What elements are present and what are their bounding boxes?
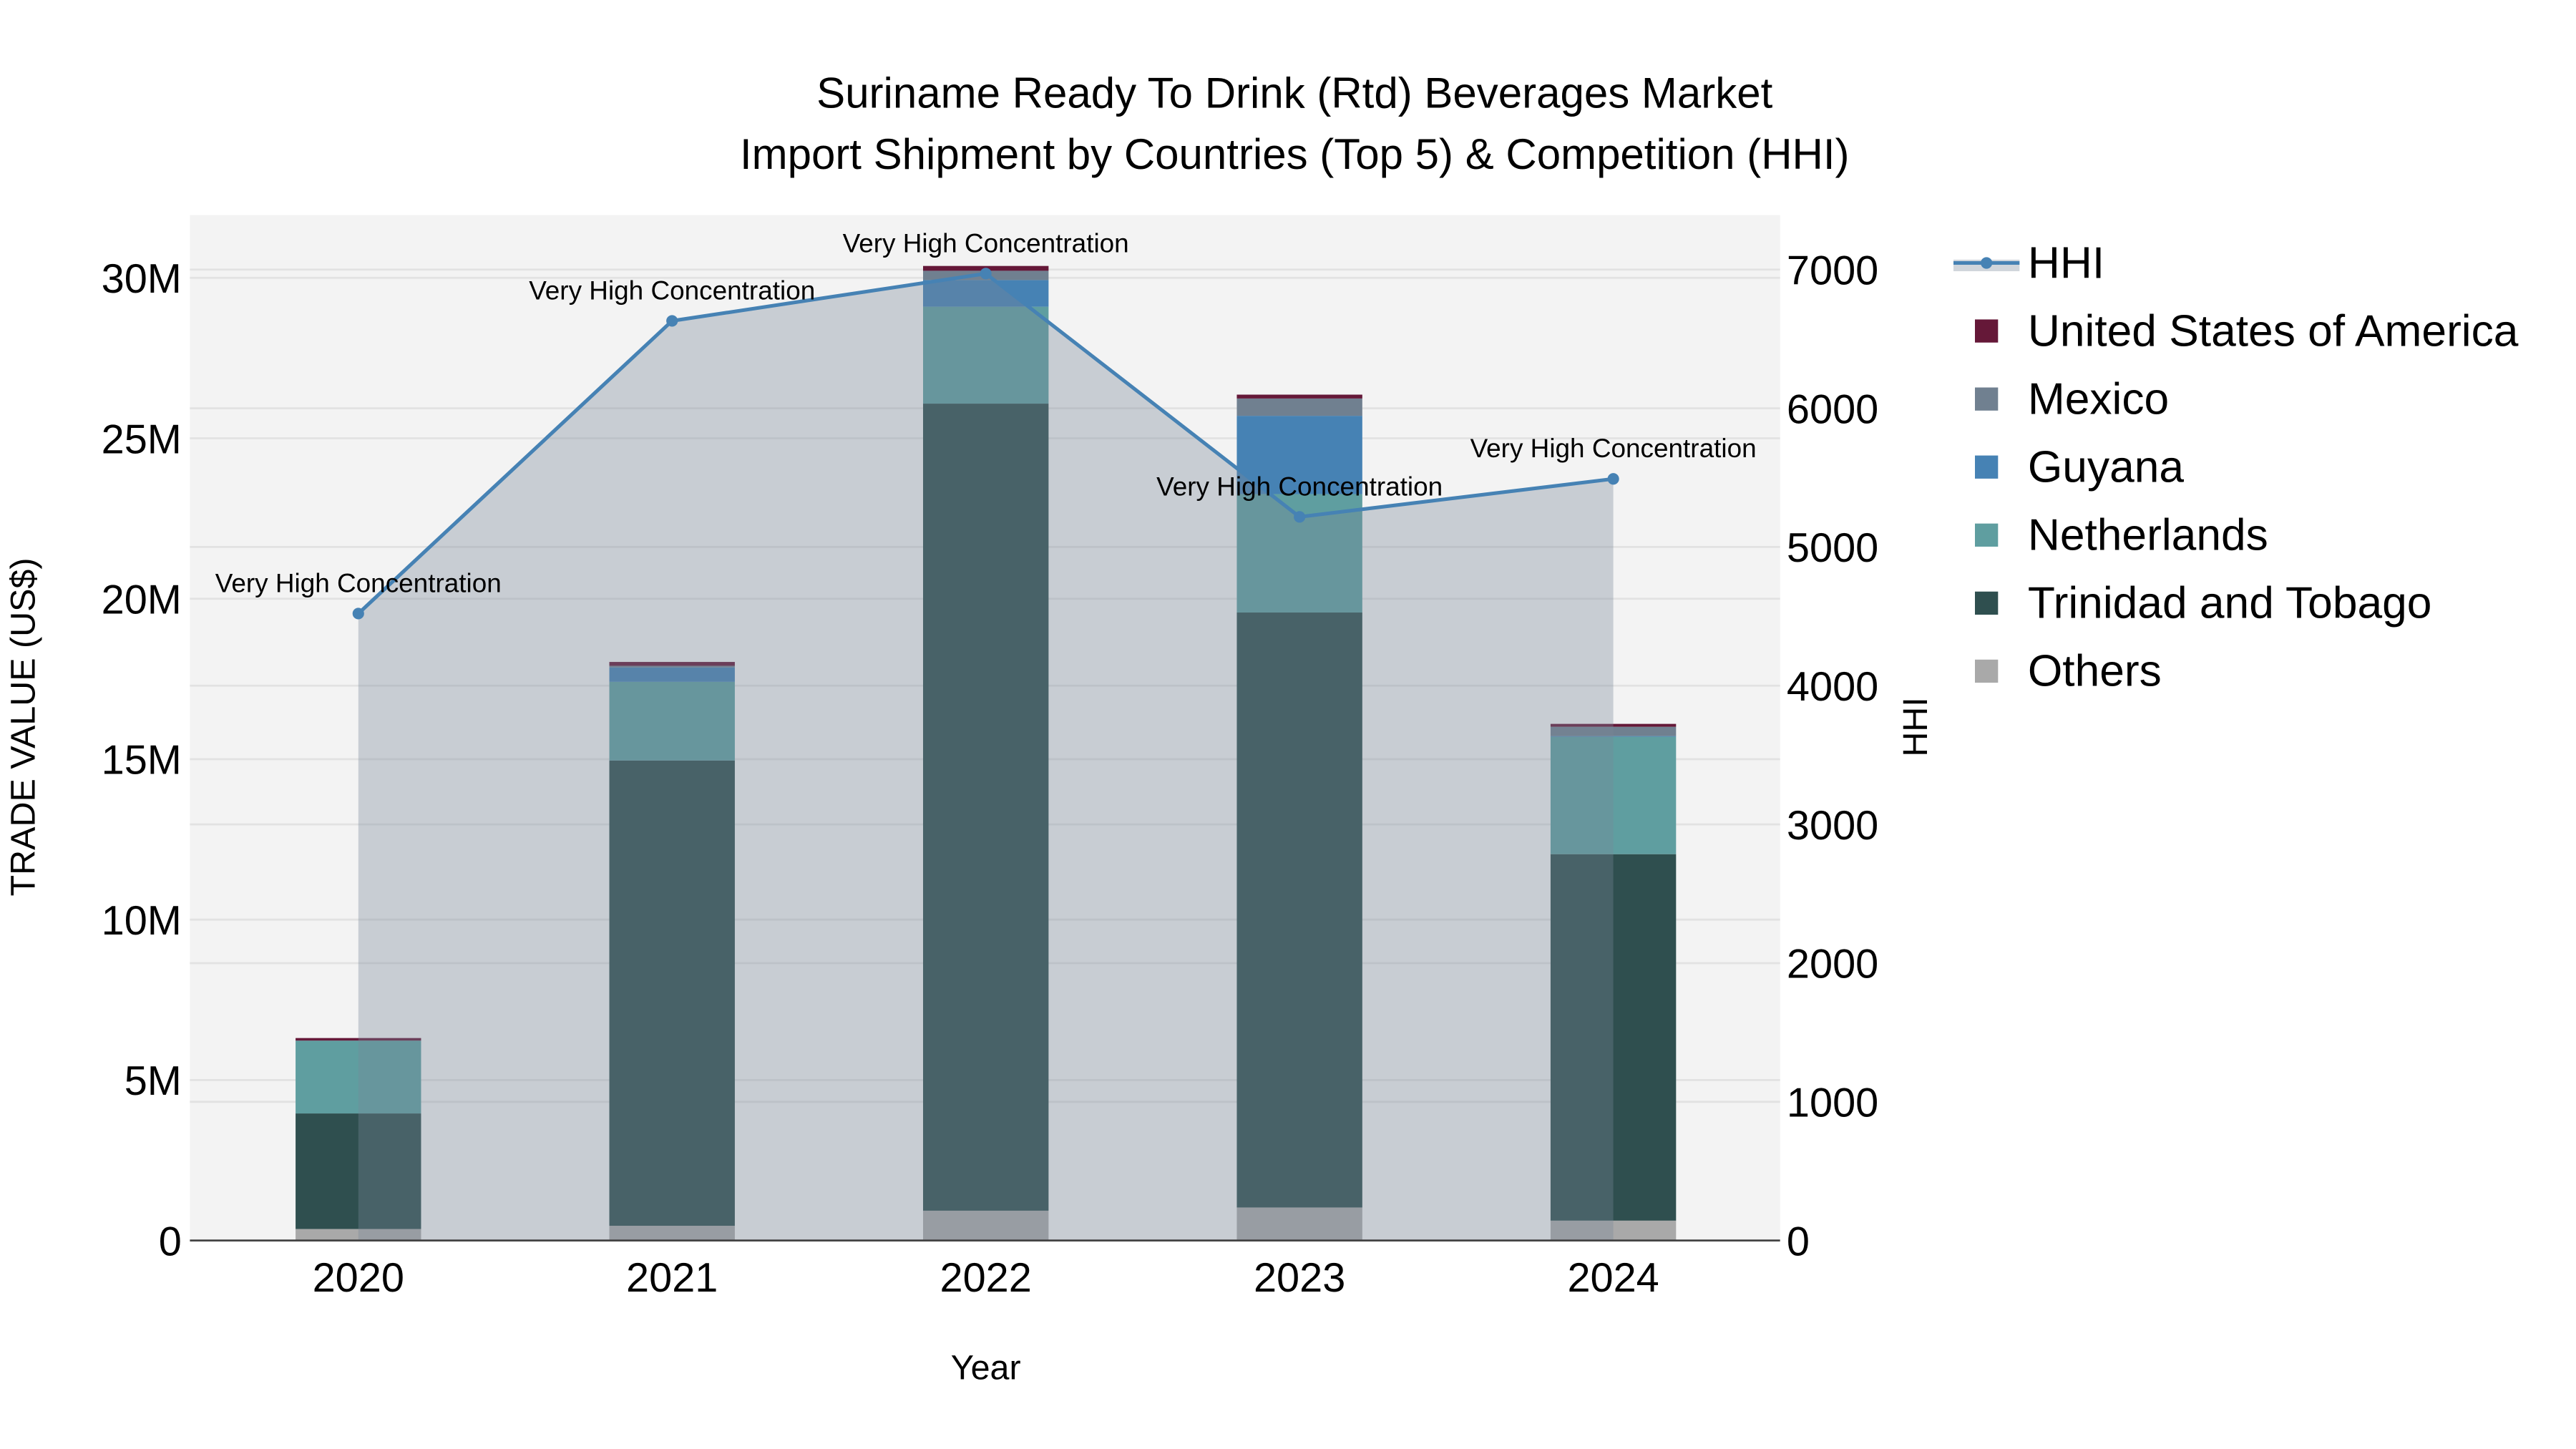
legend-label: Guyana bbox=[2028, 443, 2185, 492]
hhi-annotation: Very High Concentration bbox=[1470, 434, 1757, 463]
y-axis-title: TRADE VALUE (US$) bbox=[4, 557, 42, 896]
legend-label: Trinidad and Tobago bbox=[2028, 579, 2432, 628]
x-tick-label: 2023 bbox=[1254, 1255, 1345, 1301]
hhi-annotation: Very High Concentration bbox=[215, 568, 502, 597]
chart-title-line-1: Suriname Ready To Drink (Rtd) Beverages … bbox=[816, 69, 1772, 117]
y-tick-label: 10M bbox=[102, 898, 182, 944]
y2-tick-label: 4000 bbox=[1787, 664, 1878, 710]
legend-hhi-marker-icon bbox=[1981, 257, 1993, 269]
legend-swatch bbox=[1975, 659, 1999, 683]
legend-item-netherlands[interactable]: Netherlands bbox=[1975, 511, 2268, 560]
x-tick-label: 2022 bbox=[940, 1255, 1032, 1301]
hhi-annotation: Very High Concentration bbox=[529, 275, 815, 305]
y2-tick-label: 0 bbox=[1787, 1219, 1810, 1264]
legend-swatch bbox=[1975, 319, 1999, 343]
x-tick-label: 2021 bbox=[626, 1255, 718, 1301]
legend-label: HHI bbox=[2028, 238, 2104, 288]
y2-tick-label: 2000 bbox=[1787, 942, 1878, 987]
hhi-point-2024[interactable] bbox=[1607, 473, 1619, 485]
y-tick-label: 15M bbox=[102, 738, 182, 784]
y2-axis-title: HHI bbox=[1896, 697, 1935, 756]
hhi-annotation: Very High Concentration bbox=[1156, 472, 1443, 501]
legend-label: United States of America bbox=[2028, 306, 2519, 356]
bar-mexico-2023[interactable] bbox=[1236, 398, 1362, 416]
y2-axis-ticks: 0 1000 2000 3000 4000 5000 6000 7000 bbox=[1787, 248, 1878, 1265]
bar-united-states-of-america-2023[interactable] bbox=[1236, 394, 1362, 399]
hhi-point-2023[interactable] bbox=[1294, 511, 1306, 523]
legend-item-united-states-of-america[interactable]: United States of America bbox=[1975, 306, 2519, 356]
legend-swatch bbox=[1975, 591, 1999, 615]
y-tick-label: 25M bbox=[102, 416, 182, 462]
legend-swatch bbox=[1975, 523, 1999, 547]
y2-tick-label: 6000 bbox=[1787, 386, 1878, 432]
legend-label: Netherlands bbox=[2028, 511, 2268, 560]
legend-item-guyana[interactable]: Guyana bbox=[1975, 443, 2184, 492]
y-axis-ticks: 0 5M 10M 15M 20M 25M 30M bbox=[102, 256, 182, 1264]
y-tick-label: 20M bbox=[102, 577, 182, 623]
legend-item-others[interactable]: Others bbox=[1975, 647, 2162, 696]
chart-title-line-2: Import Shipment by Countries (Top 5) & C… bbox=[740, 130, 1850, 178]
x-axis-ticks: 2020 2021 2022 2023 2024 bbox=[313, 1255, 1659, 1301]
hhi-point-2020[interactable] bbox=[352, 608, 364, 620]
hhi-point-2022[interactable] bbox=[980, 268, 992, 280]
y2-tick-label: 3000 bbox=[1787, 803, 1878, 849]
legend-item-mexico[interactable]: Mexico bbox=[1975, 374, 2169, 424]
x-axis-title: Year bbox=[951, 1349, 1021, 1387]
x-tick-label: 2020 bbox=[313, 1255, 404, 1301]
y-tick-label: 0 bbox=[159, 1219, 182, 1264]
legend-item-hhi[interactable]: HHI bbox=[1953, 238, 2104, 288]
legend-item-trinidad-and-tobago[interactable]: Trinidad and Tobago bbox=[1975, 579, 2431, 628]
hhi-annotation: Very High Concentration bbox=[843, 228, 1129, 258]
y-tick-label: 30M bbox=[102, 256, 182, 302]
y2-tick-label: 7000 bbox=[1787, 248, 1878, 294]
x-tick-label: 2024 bbox=[1567, 1255, 1659, 1301]
y2-tick-label: 1000 bbox=[1787, 1080, 1878, 1126]
legend-swatch bbox=[1975, 387, 1999, 411]
hhi-point-2021[interactable] bbox=[666, 315, 678, 327]
y-tick-label: 5M bbox=[125, 1058, 182, 1104]
legend-label: Others bbox=[2028, 647, 2162, 696]
legend-swatch bbox=[1975, 455, 1999, 479]
y2-tick-label: 5000 bbox=[1787, 525, 1878, 571]
legend: HHI United States of America Mexico Guyana N… bbox=[1953, 238, 2519, 696]
chart: Very High Concentration Very High Concent… bbox=[4, 69, 2519, 1387]
legend-label: Mexico bbox=[2028, 374, 2169, 424]
